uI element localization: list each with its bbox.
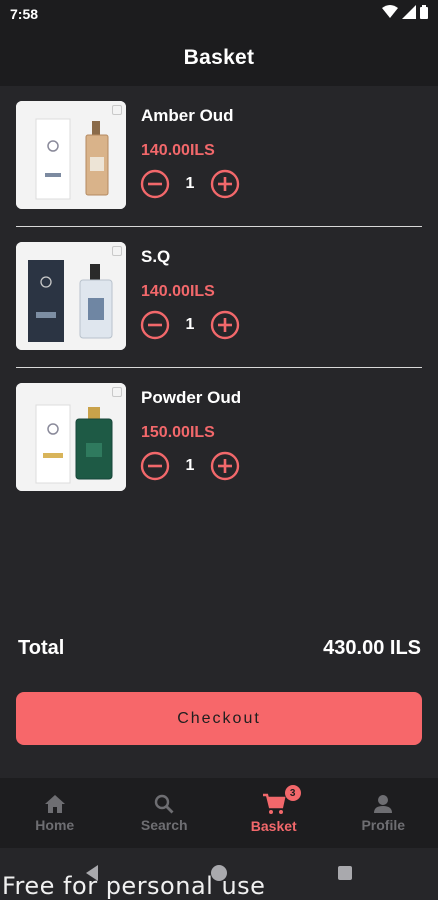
quantity-value: 1 — [185, 316, 195, 333]
product-name: Powder Oud — [141, 388, 242, 407]
home-icon — [44, 794, 65, 813]
product-image[interactable] — [16, 383, 126, 491]
search-icon — [155, 794, 174, 813]
nav-label: Home — [35, 816, 75, 833]
page-title: Basket — [183, 46, 255, 69]
basket-item: Amber Oud 140.00ILS 1 — [16, 101, 422, 211]
increase-quantity-button[interactable] — [210, 451, 240, 481]
recents-icon[interactable] — [337, 865, 353, 881]
decrease-quantity-button[interactable] — [140, 451, 170, 481]
increase-quantity-button[interactable] — [210, 169, 240, 199]
nav-label: Profile — [361, 816, 406, 833]
quantity-value: 1 — [185, 175, 195, 192]
nav-item-search[interactable]: Search — [110, 778, 220, 848]
item-divider — [16, 226, 422, 227]
checkout-button[interactable]: Checkout — [16, 692, 422, 745]
basket-item: Powder Oud 150.00ILS 1 — [16, 383, 422, 493]
product-image[interactable] — [16, 242, 126, 350]
product-name: Amber Oud — [141, 106, 234, 125]
total-value: 430.00 ILS — [323, 637, 421, 659]
product-price: 140.00ILS — [141, 142, 215, 159]
quantity-value: 1 — [185, 457, 195, 474]
watermark-text: Free for personal use — [2, 872, 266, 900]
status-bar: 7:58 — [0, 0, 438, 30]
product-name: S.Q — [141, 247, 171, 266]
nav-item-home[interactable]: Home — [0, 778, 110, 848]
wifi-icon — [382, 5, 398, 18]
system-icons — [382, 5, 428, 19]
nav-item-profile[interactable]: Profile — [329, 778, 438, 848]
person-icon — [374, 794, 393, 813]
basket-item: S.Q 140.00ILS 1 — [16, 242, 422, 352]
battery-icon — [420, 5, 428, 19]
decrease-quantity-button[interactable] — [140, 169, 170, 199]
nav-label: Basket — [250, 817, 297, 834]
bottom-nav: Home Search 3 Basket Profile — [0, 778, 438, 848]
favorite-icon[interactable] — [112, 105, 122, 115]
total-label: Total — [18, 637, 65, 659]
status-time: 7:58 — [10, 6, 39, 22]
product-image[interactable] — [16, 101, 126, 209]
product-price: 150.00ILS — [141, 424, 215, 441]
nav-label: Search — [140, 816, 188, 833]
product-price: 140.00ILS — [141, 283, 215, 300]
decrease-quantity-button[interactable] — [140, 310, 170, 340]
favorite-icon[interactable] — [112, 387, 122, 397]
increase-quantity-button[interactable] — [210, 310, 240, 340]
nav-item-basket[interactable]: 3 Basket — [219, 778, 329, 848]
app-header: Basket — [0, 30, 438, 86]
signal-icon — [402, 5, 416, 19]
favorite-icon[interactable] — [112, 246, 122, 256]
item-divider — [16, 367, 422, 368]
cart-icon — [262, 793, 286, 814]
cart-count-badge: 3 — [284, 785, 301, 801]
